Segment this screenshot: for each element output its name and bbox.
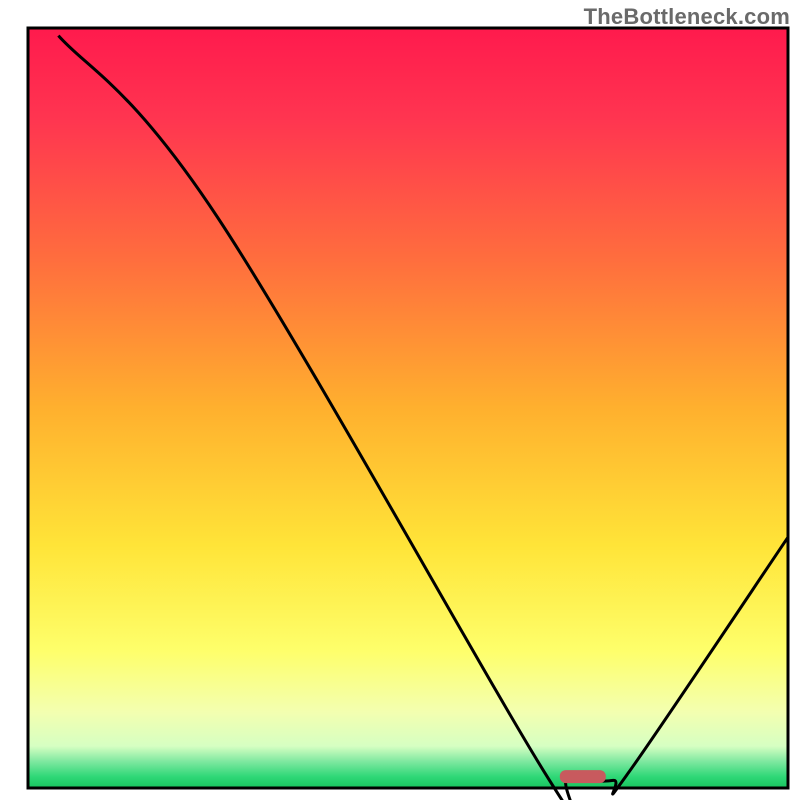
chart-svg: [0, 0, 800, 800]
bottleneck-chart: TheBottleneck.com: [0, 0, 800, 800]
attribution-label: TheBottleneck.com: [584, 4, 790, 30]
plot-background: [28, 28, 788, 788]
optimal-marker: [560, 770, 606, 783]
